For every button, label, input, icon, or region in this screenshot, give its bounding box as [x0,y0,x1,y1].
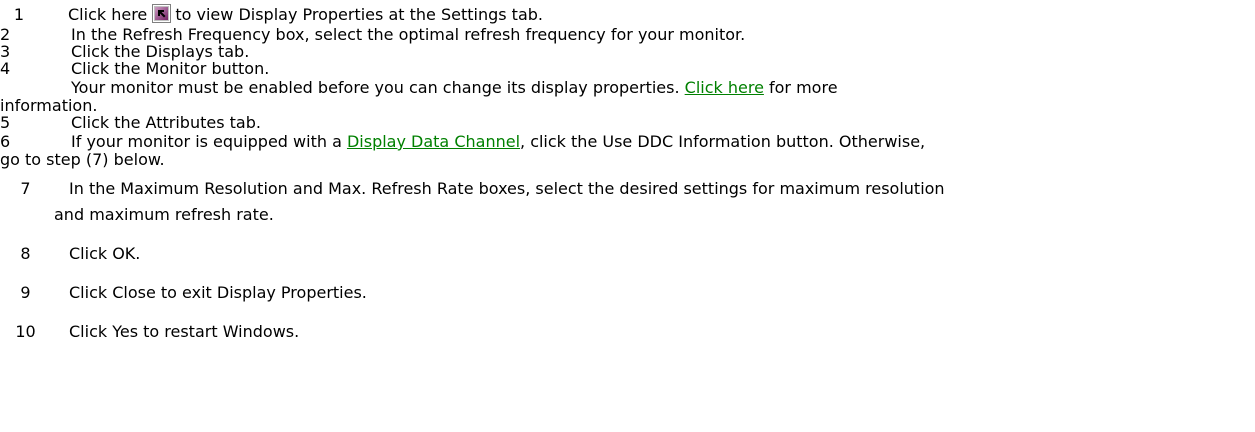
step-number: 7 [20,179,31,198]
step-number: 8 [20,244,31,263]
display-data-channel-link[interactable]: Display Data Channel [347,132,520,151]
step-4: 4 Click the Monitor button. [0,59,269,79]
note-text: Your monitor must be enabled before you … [71,78,680,97]
shortcut-arrow-icon[interactable] [152,4,172,23]
step-text: Click the Attributes tab. [71,113,261,132]
step-text: Click Close to exit Display Properties. [69,283,367,302]
step-continuation-text: go to step (7) below. [0,150,165,169]
step-6-continuation: go to step (7) below. [0,150,165,170]
more-info-link[interactable]: Click here [685,78,764,97]
step-7: 7 In the Maximum Resolution and Max. Refr… [0,179,945,199]
step-5: 5 Click the Attributes tab. [0,113,261,133]
step-7-continuation: and maximum refresh rate. [0,205,274,225]
step-number: 10 [15,322,36,341]
step-4-note: Your monitor must be enabled before you … [0,78,838,98]
note-text-continued: for more [769,78,838,97]
step-text: In the Maximum Resolution and Max. Refre… [69,179,945,198]
step-text: Click OK. [69,244,141,263]
step-1: 1 Click here to view Display Properties a… [0,4,543,25]
step-8: 8 Click OK. [0,244,140,264]
step-9: 9 Click Close to exit Display Properties. [0,283,367,303]
step-number: 4 [0,59,11,78]
step-number: 9 [20,283,31,302]
step-continuation-text: and maximum refresh rate. [54,205,274,224]
step-text-continued: to view Display Properties at the Settin… [175,5,543,24]
step-6: 6 If your monitor is equipped with a Disp… [0,132,925,152]
step-text-continued: , click the Use DDC Information button. … [520,132,926,151]
step-10: 10 Click Yes to restart Windows. [0,322,299,342]
step-number: 5 [0,113,11,132]
step-text: Click here [68,5,148,24]
step-number: 1 [13,5,25,24]
step-number: 6 [0,132,11,151]
step-text: If your monitor is equipped with a [71,132,342,151]
step-text: Click the Monitor button. [71,59,270,78]
step-text: Click Yes to restart Windows. [69,322,300,341]
